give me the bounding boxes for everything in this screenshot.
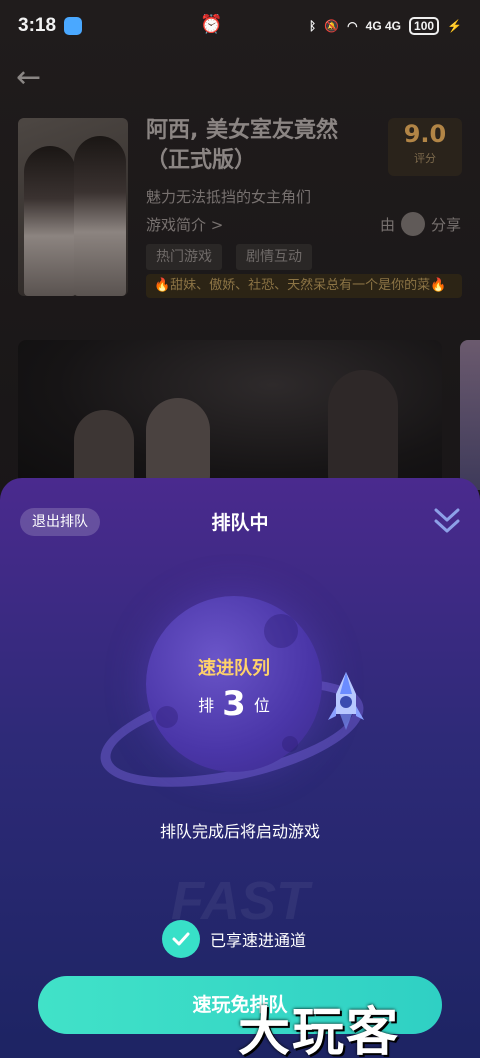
position-prefix: 排 bbox=[198, 696, 215, 715]
tag-hot-games[interactable]: 热门游戏 bbox=[146, 244, 222, 270]
sharer-avatar bbox=[401, 212, 426, 236]
position-number: 3 bbox=[222, 684, 246, 724]
status-time: 3:18 bbox=[18, 15, 57, 36]
rocket-icon bbox=[328, 672, 364, 730]
queue-position: 排3位 bbox=[146, 684, 322, 724]
signal-icon: 4G 4G bbox=[365, 19, 402, 33]
fast-channel-label: 已享速进通道 bbox=[210, 931, 307, 950]
tag-story-interactive[interactable]: 剧情互动 bbox=[236, 244, 312, 270]
game-screenshot-next[interactable] bbox=[460, 340, 480, 490]
charging-icon: ⚡ bbox=[447, 19, 462, 33]
battery-icon: 100 bbox=[409, 17, 440, 35]
game-title: 阿西, 美女室友竟然（正式版） bbox=[146, 118, 339, 173]
fast-channel-status: 已享速进通道 bbox=[162, 920, 306, 958]
status-icons: ᛒ 🔕 ◠ 4G 4G 100 ⚡ bbox=[309, 17, 462, 35]
queue-planet: 速进队列 排3位 bbox=[146, 596, 322, 772]
chat-notification-icon bbox=[64, 17, 83, 35]
back-arrow-icon[interactable]: ← bbox=[16, 60, 41, 95]
score-value: 9.0 bbox=[403, 120, 447, 148]
bluetooth-icon: ᛒ bbox=[309, 19, 317, 33]
game-cover-image bbox=[18, 118, 128, 296]
share-prefix: 由 bbox=[380, 215, 396, 234]
check-icon bbox=[162, 920, 200, 958]
share-label: 分享 bbox=[431, 215, 462, 234]
watermark-logo: 大玩客 bbox=[238, 1002, 401, 1058]
game-screenshot[interactable] bbox=[18, 340, 442, 490]
fast-queue-title: 速进队列 bbox=[198, 658, 270, 679]
alarm-icon: ⏰ bbox=[200, 14, 223, 34]
game-intro-link[interactable]: 游戏简介 > bbox=[146, 214, 223, 235]
share-info[interactable]: 由 分享 bbox=[380, 212, 461, 236]
promo-banner: 🔥甜妹、傲娇、社恐、天然呆总有一个是你的菜🔥 bbox=[146, 274, 462, 298]
game-subtitle: 魅力无法抵挡的女主角们 bbox=[146, 188, 312, 206]
queue-message: 排队完成后将启动游戏 bbox=[159, 822, 320, 841]
score-badge: 9.0 评分 bbox=[388, 118, 462, 176]
wifi-icon: ◠ bbox=[347, 19, 358, 33]
position-suffix: 位 bbox=[253, 696, 270, 715]
score-label: 评分 bbox=[414, 152, 436, 165]
collapse-chevron-icon[interactable] bbox=[432, 504, 462, 538]
mute-icon: 🔕 bbox=[324, 19, 340, 33]
queue-title: 排队中 bbox=[211, 512, 269, 534]
queue-sheet: 退出排队 排队中 速进队列 排3位 排队完成后将启动游戏 FAST 已享速进通道… bbox=[0, 478, 480, 1058]
status-bar: 3:18 ⏰ ᛒ 🔕 ◠ 4G 4G 100 ⚡ bbox=[0, 0, 480, 52]
